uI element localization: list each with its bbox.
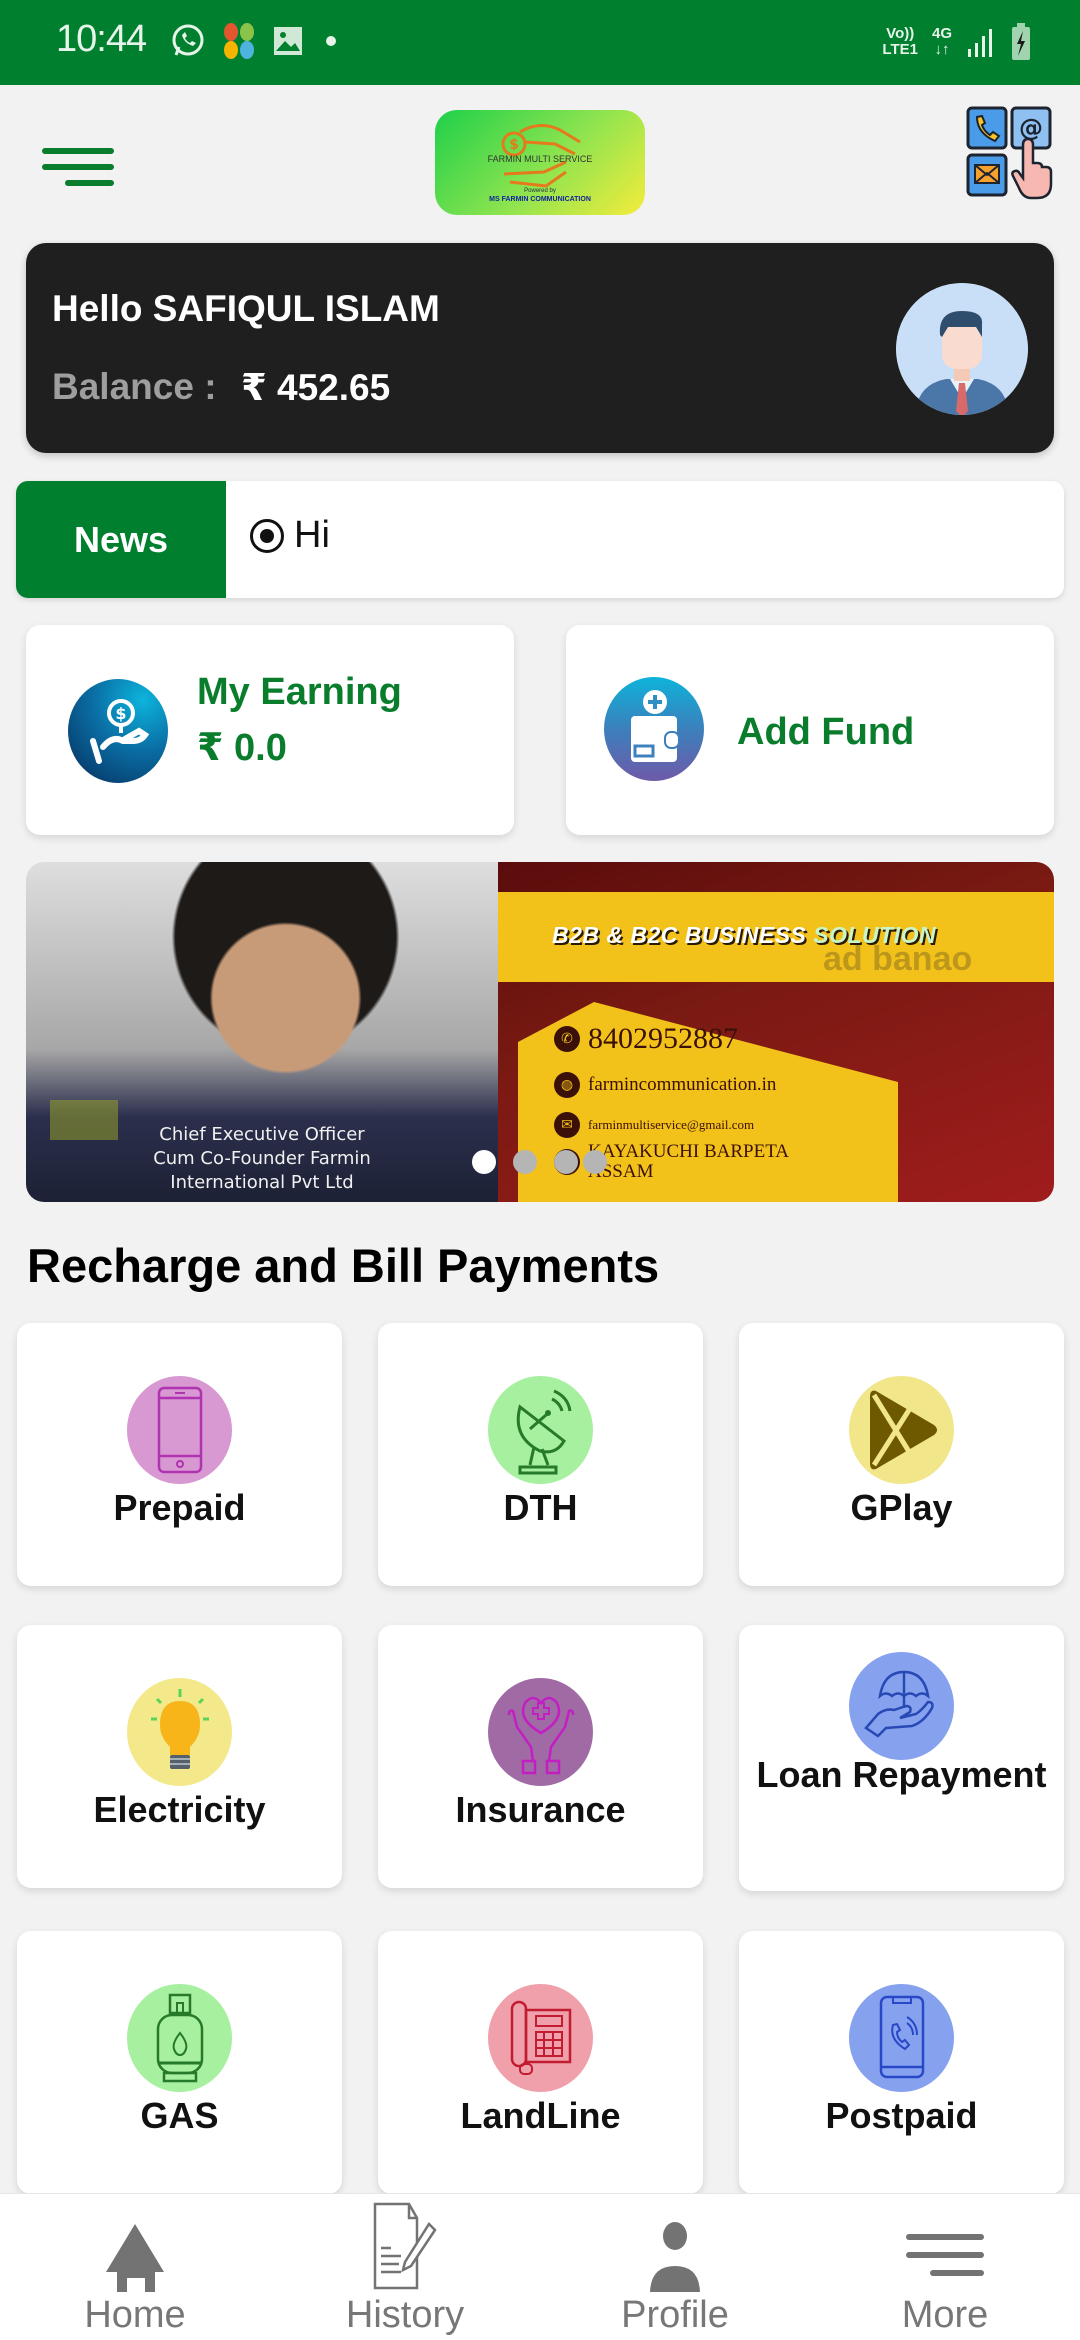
bottom-navigation: Home History Profile More — [0, 2193, 1080, 2340]
gas-cylinder-icon — [127, 1984, 232, 2092]
light-bulb-icon — [127, 1678, 232, 1786]
signal-icon — [968, 29, 992, 57]
service-label: GAS — [140, 2095, 219, 2136]
gallery-icon — [274, 27, 302, 55]
app-toolbar: $ FARMIN MULTI SERVICE Powered by MS FAR… — [0, 85, 1080, 235]
service-tile-gplay[interactable]: GPlay — [739, 1323, 1064, 1586]
hamburger-menu-icon[interactable] — [40, 140, 120, 190]
data-indicator: 4G ↓↑ — [931, 25, 952, 58]
logo-brand-text: FARMIN MULTI SERVICE — [487, 154, 593, 164]
service-label: LandLine — [460, 2095, 621, 2136]
volte-indicator: Vo)) LTE1 — [882, 25, 918, 58]
nav-label: More — [901, 2294, 989, 2336]
battery-charging-icon — [1012, 23, 1030, 60]
insurance-hands-heart-icon — [488, 1678, 593, 1786]
carousel-indicator — [472, 1150, 607, 1174]
nav-label: Profile — [621, 2294, 729, 2336]
carousel-dot-3[interactable] — [554, 1150, 578, 1174]
loan-umbrella-hand-icon — [849, 1652, 954, 1760]
banner-caption-2: Cum Co-Founder Farmin — [153, 1148, 371, 1169]
whatsapp-icon — [172, 24, 204, 56]
svg-text:@: @ — [1019, 114, 1043, 142]
mobile-phone-icon — [127, 1376, 232, 1484]
service-label: Prepaid — [113, 1487, 246, 1528]
service-label: DTH — [503, 1487, 578, 1528]
service-tile-gas[interactable]: GAS — [17, 1931, 342, 2194]
smartphone-call-icon — [849, 1984, 954, 2092]
news-ticker[interactable]: News Hi — [16, 481, 1064, 598]
system-icons: Vo)) LTE1 4G ↓↑ — [882, 22, 1032, 62]
contact-us-icon: @ — [966, 106, 1053, 200]
banner-phone: ✆ 8402952887 — [554, 1022, 738, 1056]
carousel-dot-1[interactable] — [472, 1150, 496, 1174]
phone-icon: ✆ — [554, 1026, 580, 1052]
service-tile-insurance[interactable]: Insurance — [378, 1625, 703, 1888]
logo-company-text: MS FARMIN COMMUNICATION — [489, 196, 591, 203]
my-earning-value: ₹ 0.0 — [197, 727, 287, 769]
status-time: 10:44 — [56, 18, 147, 60]
service-tile-prepaid[interactable]: Prepaid — [17, 1323, 342, 1586]
user-greeting: Hello SAFIQUL ISLAM — [52, 288, 440, 329]
banner-email: ✉ farminmultiservice@gmail.com — [554, 1112, 754, 1138]
bullet-icon — [250, 518, 284, 553]
news-item: Hi — [250, 514, 330, 557]
notification-icons — [170, 22, 336, 60]
home-icon — [106, 2224, 164, 2292]
landline-phone-icon — [488, 1984, 593, 2092]
service-label: GPlay — [850, 1487, 953, 1528]
carousel-dot-2[interactable] — [513, 1150, 537, 1174]
more-menu-icon — [906, 2234, 984, 2276]
service-label: Electricity — [93, 1789, 266, 1830]
nav-profile[interactable]: Profile — [540, 2194, 810, 2340]
contact-us-button[interactable]: @ — [965, 105, 1057, 200]
satellite-dish-icon — [488, 1376, 593, 1484]
section-title: Recharge and Bill Payments — [27, 1239, 660, 1292]
globe-icon: ◍ — [554, 1072, 580, 1098]
svg-text:$: $ — [115, 704, 126, 723]
balance-value: ₹ 452.65 — [241, 367, 391, 408]
dot-icon — [326, 36, 336, 46]
add-fund-card[interactable]: Add Fund — [566, 625, 1054, 835]
profile-person-icon — [650, 2222, 700, 2292]
banner-caption-3: International Pvt Ltd — [170, 1172, 354, 1193]
earning-hand-dollar-icon: $ — [68, 679, 168, 783]
nav-home[interactable]: Home — [0, 2194, 270, 2340]
service-label: Loan Repayment — [756, 1754, 1047, 1795]
promo-banner-carousel[interactable]: Chief Executive Officer Cum Co-Founder F… — [26, 862, 1054, 1202]
user-balance-card: Hello SAFIQUL ISLAM Balance : ₹ 452.65 — [26, 243, 1054, 453]
logo-powered-by: Powered by — [524, 188, 556, 194]
service-tile-electricity[interactable]: Electricity — [17, 1625, 342, 1888]
wallet-add-icon — [604, 677, 704, 781]
banner-caption-1: Chief Executive Officer — [159, 1124, 365, 1145]
app-logo: $ FARMIN MULTI SERVICE Powered by MS FAR… — [435, 110, 645, 215]
service-label: Postpaid — [825, 2095, 978, 2136]
status-bar: 10:44 Vo)) LTE1 4G ↓↑ — [0, 0, 1080, 85]
news-text: Hi — [294, 514, 330, 556]
nav-label: History — [345, 2294, 465, 2336]
nav-more[interactable]: More — [810, 2194, 1080, 2340]
service-tile-landline[interactable]: LandLine — [378, 1931, 703, 2194]
pinwheel-app-icon — [224, 23, 254, 59]
banner-photo: Chief Executive Officer Cum Co-Founder F… — [26, 862, 498, 1202]
carousel-dot-4[interactable] — [583, 1150, 607, 1174]
nav-label: Home — [84, 2294, 186, 2336]
businessman-avatar-icon — [896, 283, 1028, 415]
balance-label: Balance : — [52, 366, 217, 407]
service-label: Insurance — [455, 1789, 626, 1830]
google-play-icon — [849, 1376, 954, 1484]
my-earning-card[interactable]: $ My Earning ₹ 0.0 — [26, 625, 514, 835]
svg-text:$: $ — [509, 137, 519, 153]
banner-website: ◍ farmincommunication.in — [554, 1072, 776, 1098]
service-tile-loan-repayment[interactable]: Loan Repayment — [739, 1625, 1064, 1891]
service-tile-dth[interactable]: DTH — [378, 1323, 703, 1586]
avatar[interactable] — [896, 283, 1028, 415]
history-document-icon — [373, 2202, 437, 2290]
news-label: News — [16, 481, 226, 598]
mail-icon: ✉ — [554, 1112, 580, 1138]
add-fund-title: Add Fund — [737, 711, 915, 753]
nav-history[interactable]: History — [270, 2194, 540, 2340]
service-tile-postpaid[interactable]: Postpaid — [739, 1931, 1064, 2194]
my-earning-title: My Earning — [197, 671, 402, 713]
banner-watermark: ad banao — [823, 940, 973, 978]
